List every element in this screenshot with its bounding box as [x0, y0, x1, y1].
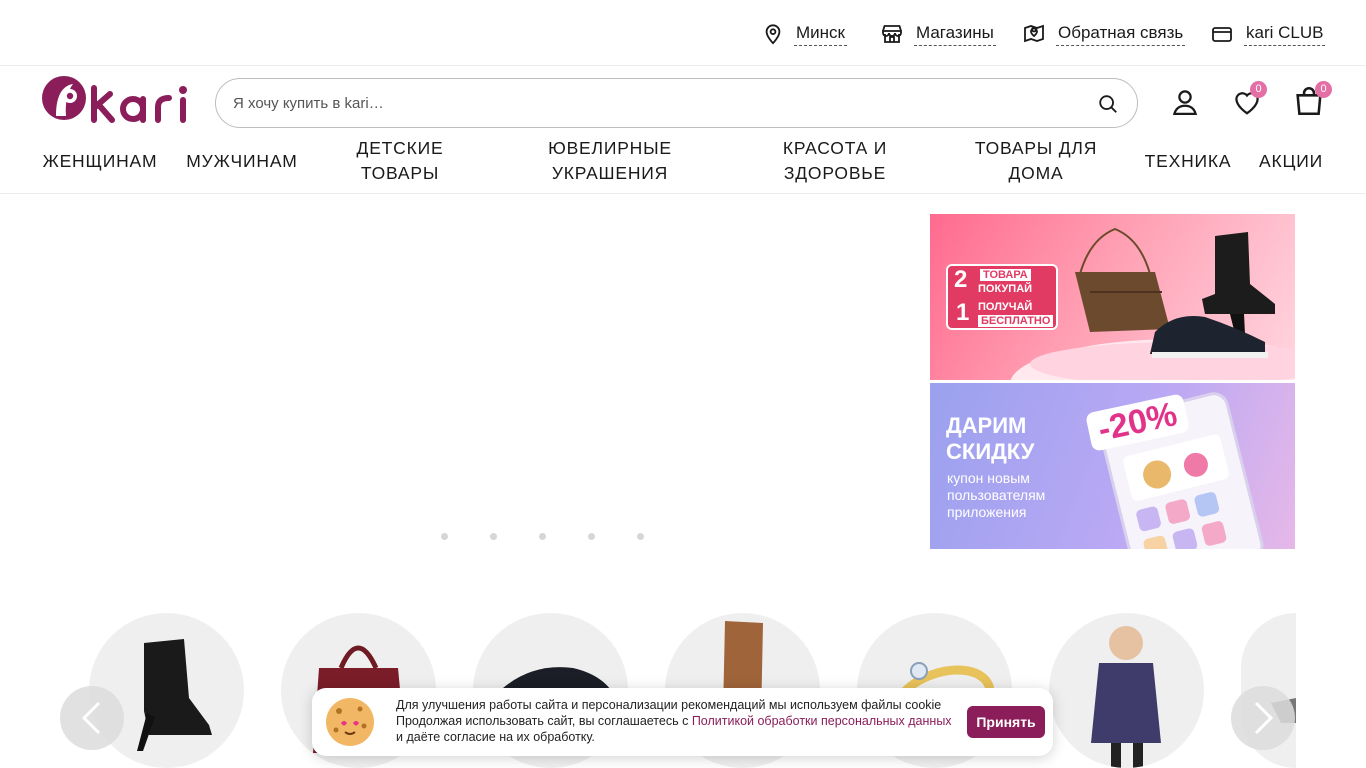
favorites-button[interactable]: 0 — [1232, 81, 1267, 122]
nav-women[interactable]: Женщинам — [36, 136, 164, 186]
card-icon — [1212, 27, 1232, 42]
nav-men[interactable]: Мужчинам — [180, 136, 304, 186]
cookie-text-line-2: Продолжая использовать сайт, вы соглашае… — [396, 714, 692, 728]
cookie-text-line-3: и даёте согласие на их обработку. — [396, 730, 595, 744]
chevron-left-icon — [81, 701, 101, 735]
kids-jacket-icon — [1091, 626, 1161, 768]
kari-club-link[interactable]: kari CLUB — [1210, 20, 1326, 48]
carousel-prev-button[interactable] — [60, 686, 124, 750]
promo-number-bottom: 1 — [956, 299, 970, 326]
cart-count-badge: 0 — [1315, 81, 1332, 98]
city-label: Минск — [794, 23, 847, 46]
promo-sub-line-1: купон новым — [947, 470, 1030, 486]
chevron-right-icon — [1254, 701, 1274, 735]
kari-logo[interactable] — [40, 74, 190, 124]
user-icon — [1172, 90, 1198, 115]
promo-line-2: ПОКУПАЙ — [978, 283, 1033, 295]
search-icon[interactable] — [1097, 93, 1119, 115]
nav-divider — [0, 193, 1366, 194]
cookie-text-line-1: Для улучшения работы сайта и персонализа… — [396, 698, 942, 712]
search-input[interactable] — [233, 79, 1073, 127]
ankle-boot-icon — [137, 639, 212, 751]
promo-banner-2-plus-1[interactable]: 2 ТОВАРА ПОКУПАЙ 1 ПОЛУЧАЙ БЕСПЛАТНО — [930, 214, 1295, 380]
account-button[interactable] — [1170, 87, 1200, 122]
city-selector[interactable]: Минск — [762, 20, 847, 48]
cookie-text: Для улучшения работы сайта и персонализа… — [396, 697, 956, 745]
promo-sub-line-2: пользователям — [947, 487, 1046, 503]
hero-slider[interactable] — [40, 214, 910, 554]
promo-line-3: ПОЛУЧАЙ — [978, 301, 1033, 313]
category-ankle-boots[interactable] — [89, 613, 244, 768]
accept-cookies-button[interactable]: Принять — [967, 706, 1045, 738]
promo-line-1: ТОВАРА — [980, 269, 1031, 281]
feedback-link[interactable]: Обратная связь — [1022, 20, 1186, 48]
location-pin-icon — [765, 24, 781, 45]
slider-dot[interactable] — [441, 533, 448, 540]
stores-label: Магазины — [914, 23, 996, 46]
nav-sales[interactable]: Акции — [1252, 136, 1330, 186]
privacy-policy-link[interactable]: Политикой обработки персональных данных — [692, 714, 952, 728]
promo-banner-app-discount[interactable]: ДАРИМ СКИДКУ -20% купон новым пользовате… — [930, 383, 1295, 549]
carousel-next-button[interactable] — [1231, 686, 1295, 750]
nav-home[interactable]: Товары для дома — [966, 136, 1106, 186]
slider-dot[interactable] — [539, 533, 546, 540]
nav-jewelry[interactable]: Ювелирные украшения — [520, 136, 700, 186]
kari-club-label: kari CLUB — [1244, 23, 1326, 46]
category-kids[interactable] — [1049, 613, 1204, 768]
nav-beauty[interactable]: Красота и здоровье — [760, 136, 910, 186]
promo-title-line-1: ДАРИМ — [946, 413, 1027, 438]
promo-number-top: 2 — [954, 266, 968, 293]
feedback-icon — [1024, 24, 1044, 43]
slider-dots — [441, 533, 644, 540]
cart-button[interactable]: 0 — [1292, 81, 1332, 123]
promo-line-4: БЕСПЛАТНО — [978, 315, 1054, 327]
stores-link[interactable]: Магазины — [880, 20, 996, 48]
favorites-count-badge: 0 — [1250, 81, 1267, 98]
promo-title-line-2: СКИДКУ — [946, 439, 1035, 464]
nav-kids[interactable]: Детские товары — [340, 136, 460, 186]
feedback-label: Обратная связь — [1056, 23, 1186, 46]
promo-sub-line-3: приложения — [947, 504, 1027, 520]
search-box[interactable] — [215, 78, 1138, 128]
promo-badge: 2 ТОВАРА ПОКУПАЙ 1 ПОЛУЧАЙ БЕСПЛАТНО — [946, 264, 1058, 330]
cookie-icon — [326, 698, 374, 746]
top-bar: Минск Магазины Обратная связь kari CLUB — [0, 0, 1366, 66]
cookie-consent-banner: Для улучшения работы сайта и персонализа… — [312, 688, 1053, 756]
slider-dot[interactable] — [588, 533, 595, 540]
store-icon — [882, 25, 902, 43]
nav-electronics[interactable]: Техника — [1140, 136, 1236, 186]
slider-dot[interactable] — [637, 533, 644, 540]
slider-dot[interactable] — [490, 533, 497, 540]
